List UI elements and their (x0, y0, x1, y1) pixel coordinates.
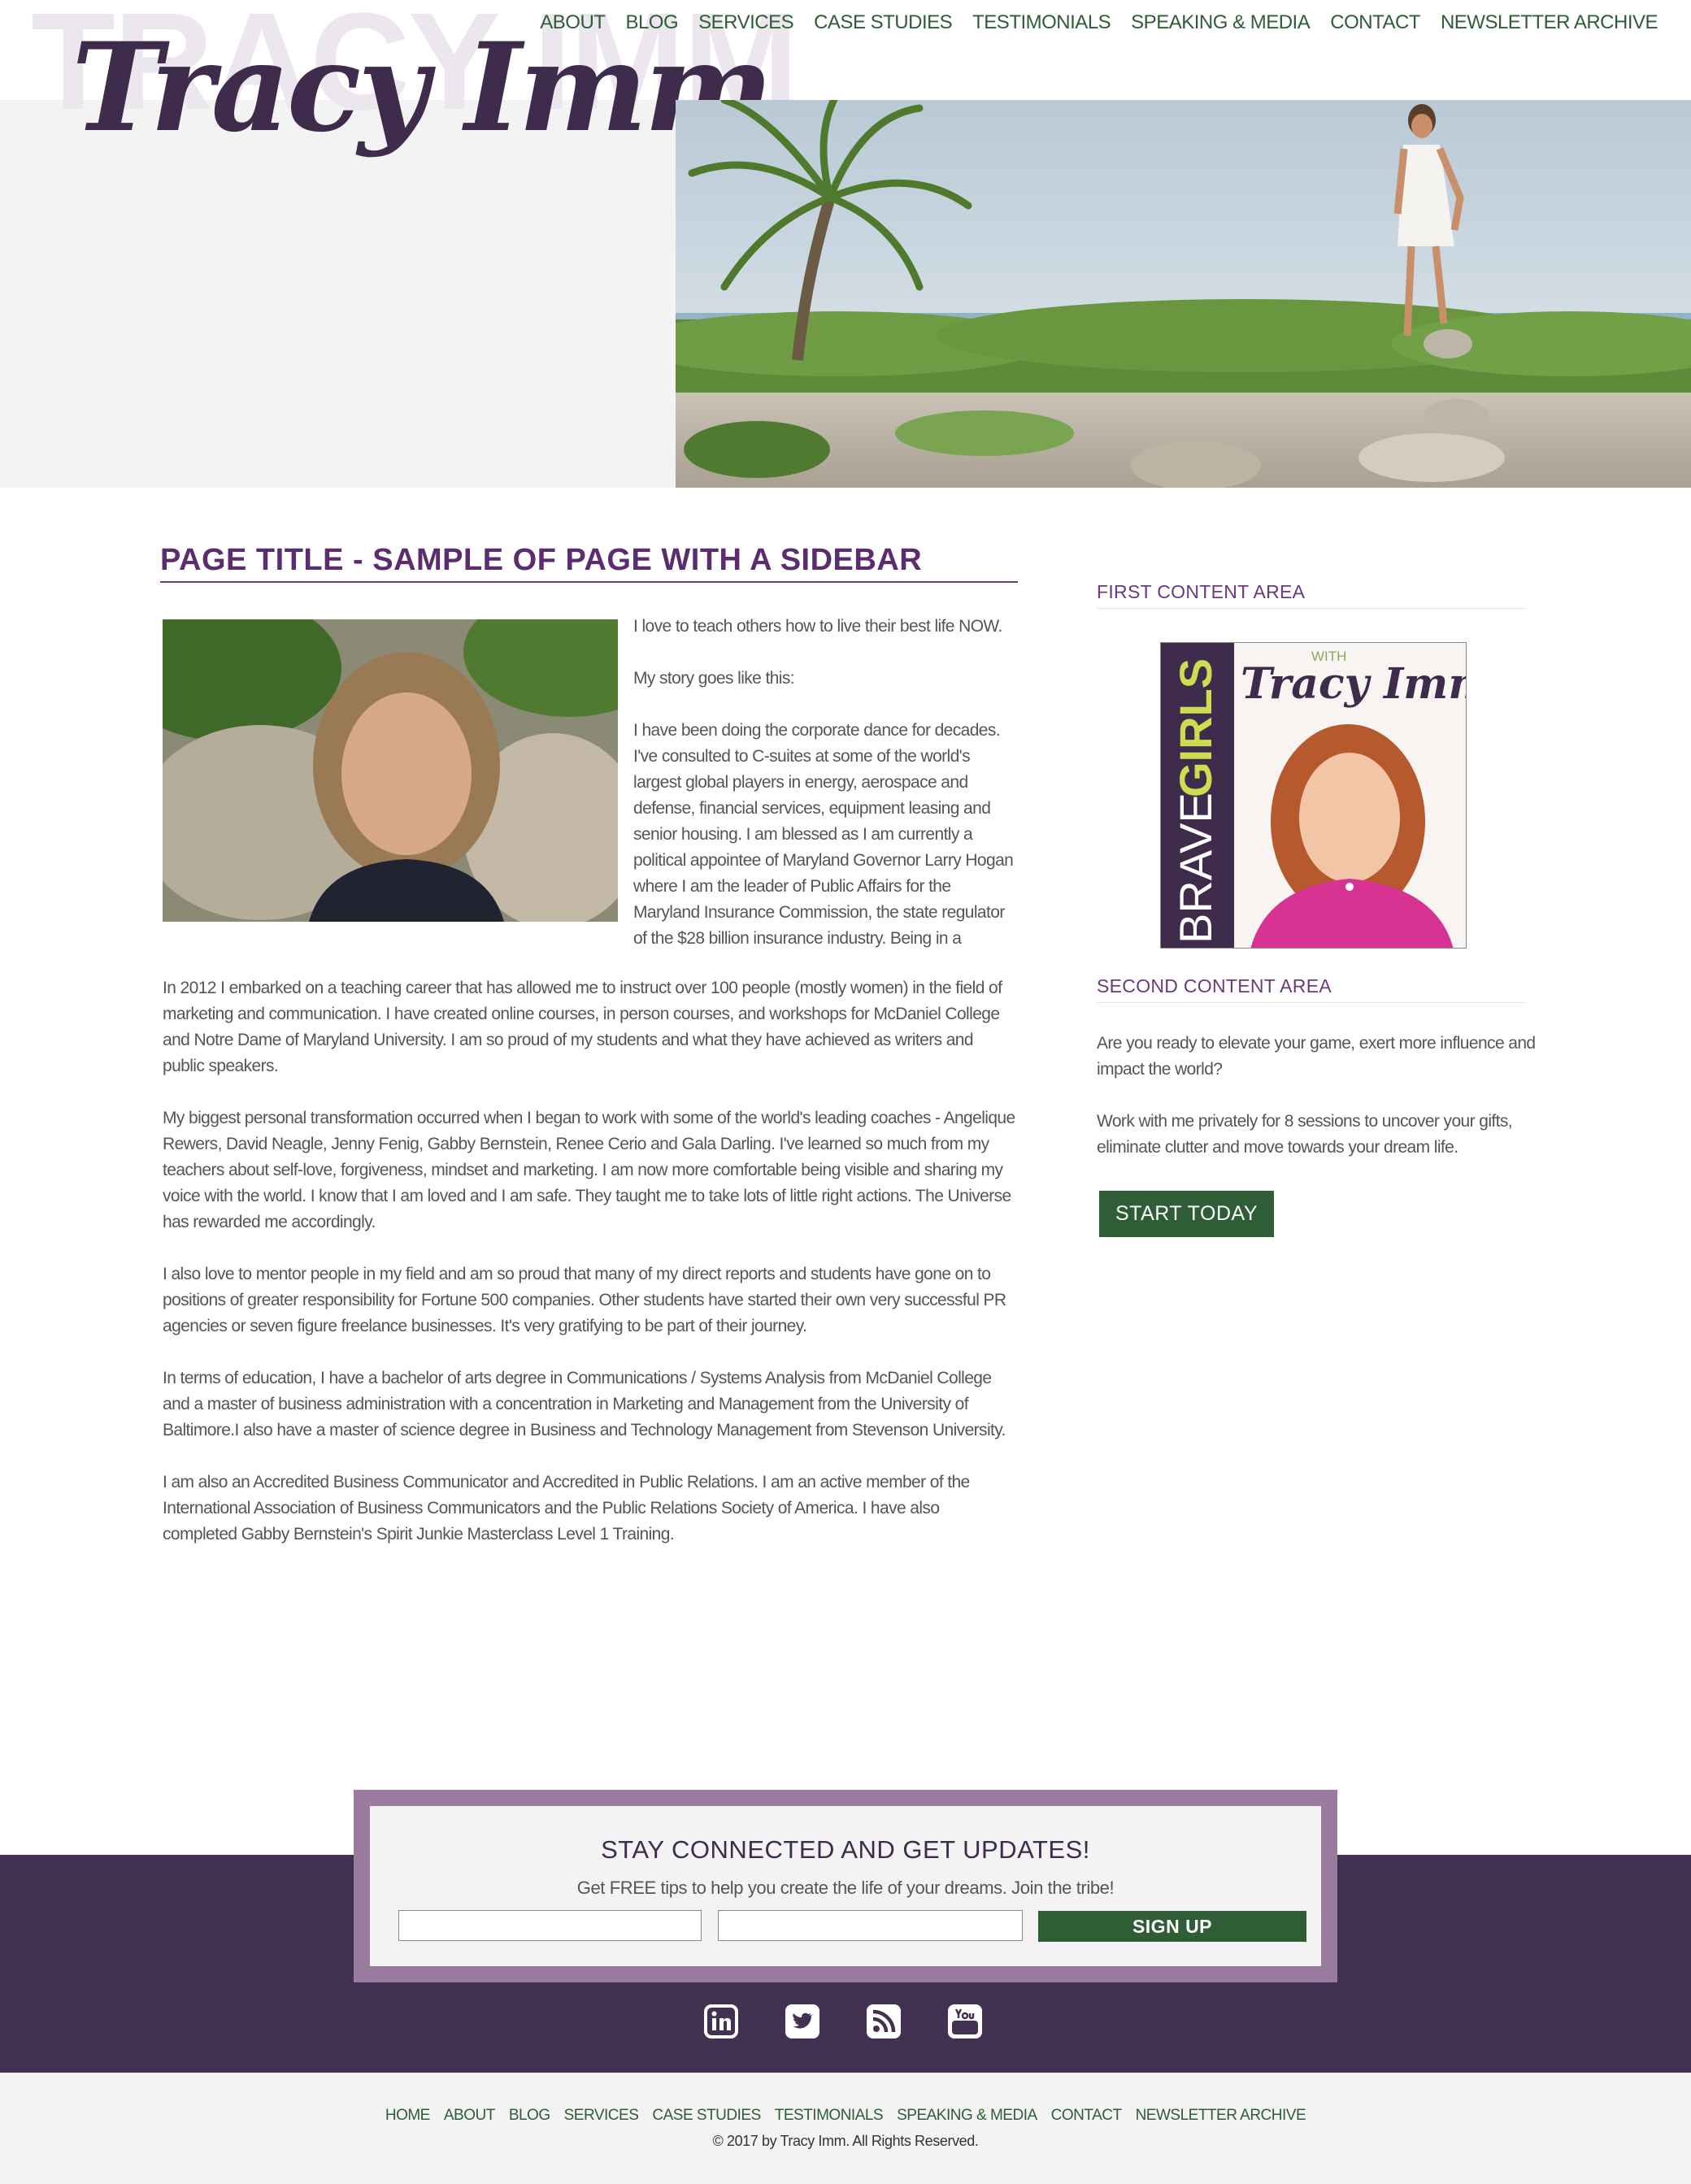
intro-paragraph: I have been doing the corporate dance fo… (633, 721, 1014, 948)
sign-up-button[interactable]: SIGN UP (1038, 1911, 1306, 1942)
social-links (704, 2004, 982, 2039)
sidebar-heading-first: FIRST CONTENT AREA (1097, 581, 1526, 609)
body-text: In 2012 I embarked on a teaching career … (163, 975, 1016, 1574)
main-nav: ABOUT BLOG SERVICES CASE STUDIES TESTIMO… (540, 11, 1658, 34)
body-paragraph: In terms of education, I have a bachelor… (163, 1369, 1006, 1439)
linkedin-icon[interactable] (704, 2004, 738, 2039)
sidebar-text: Are you ready to elevate your game, exer… (1097, 1031, 1536, 1187)
site-header: TRACY IMM Tracy Imm ABOUT BLOG SERVICES … (0, 0, 1691, 488)
sidebar-paragraph: Work with me privately for 8 sessions to… (1097, 1112, 1513, 1157)
signup-panel: STAY CONNECTED AND GET UPDATES! Get FREE… (370, 1806, 1321, 1966)
podcast-cover-art: BRAVE GIRLS WITH Tracy Imm (1161, 643, 1467, 948)
rss-icon[interactable] (867, 2004, 901, 2039)
nav-case-studies[interactable]: CASE STUDIES (814, 11, 953, 34)
copyright: © 2017 by Tracy Imm. All Rights Reserved… (712, 2133, 979, 2149)
signup-title: STAY CONNECTED AND GET UPDATES! (601, 1835, 1090, 1864)
portrait-photo (163, 619, 618, 922)
nav-about[interactable]: ABOUT (540, 11, 606, 34)
nav-newsletter-archive[interactable]: NEWSLETTER ARCHIVE (1441, 11, 1658, 34)
signup-subtitle: Get FREE tips to help you create the lif… (576, 1878, 1115, 1898)
footer-nav: HOME ABOUT BLOG SERVICES CASE STUDIES TE… (0, 2107, 1691, 2125)
portrait-illustration (163, 619, 618, 922)
podcast-girls-text: GIRLS (1170, 658, 1221, 797)
body-paragraph: I am also an Accredited Business Communi… (163, 1473, 970, 1544)
site-footer: HOME ABOUT BLOG SERVICES CASE STUDIES TE… (0, 2073, 1691, 2184)
footer-nav-home[interactable]: HOME (385, 2107, 431, 2125)
footer-nav-services[interactable]: SERVICES (564, 2107, 639, 2125)
nav-services[interactable]: SERVICES (698, 11, 793, 34)
signup-name-field[interactable] (398, 1910, 702, 1941)
footer-nav-about[interactable]: ABOUT (444, 2107, 495, 2125)
start-today-button[interactable]: START TODAY (1099, 1191, 1274, 1237)
body-paragraph: My biggest personal transformation occur… (163, 1109, 1015, 1231)
hero-beach-photo (676, 100, 1691, 488)
site-logo[interactable]: Tracy Imm (72, 16, 773, 159)
body-paragraph: I also love to mentor people in my field… (163, 1265, 1006, 1335)
intro-paragraph: I love to teach others how to live their… (633, 617, 1002, 636)
nav-testimonials[interactable]: TESTIMONIALS (972, 11, 1111, 34)
signup-box: STAY CONNECTED AND GET UPDATES! Get FREE… (354, 1790, 1337, 1982)
intro-paragraph: My story goes like this: (633, 669, 795, 688)
hero-illustration (676, 100, 1691, 488)
footer-nav-speaking-media[interactable]: SPEAKING & MEDIA (897, 2107, 1037, 2125)
footer-nav-case-studies[interactable]: CASE STUDIES (652, 2107, 761, 2125)
signup-email-field[interactable] (718, 1910, 1023, 1941)
body-paragraph: In 2012 I embarked on a teaching career … (163, 979, 1002, 1075)
footer-nav-contact[interactable]: CONTACT (1051, 2107, 1122, 2125)
nav-speaking-media[interactable]: SPEAKING & MEDIA (1131, 11, 1311, 34)
nav-blog[interactable]: BLOG (625, 11, 678, 34)
podcast-name-text: Tracy Imm (1241, 659, 1467, 709)
sidebar-heading-second: SECOND CONTENT AREA (1097, 975, 1526, 1003)
footer-nav-testimonials[interactable]: TESTIMONIALS (775, 2107, 884, 2125)
intro-text: I love to teach others how to live their… (633, 614, 1015, 952)
page-title: PAGE TITLE - SAMPLE OF PAGE WITH A SIDEB… (160, 543, 1018, 583)
podcast-cover[interactable]: BRAVE GIRLS WITH Tracy Imm (1160, 642, 1467, 949)
podcast-brave-text: BRAVE (1170, 792, 1221, 944)
nav-contact[interactable]: CONTACT (1330, 11, 1420, 34)
sidebar-paragraph: Are you ready to elevate your game, exer… (1097, 1034, 1536, 1079)
footer-nav-newsletter-archive[interactable]: NEWSLETTER ARCHIVE (1136, 2107, 1306, 2125)
youtube-icon[interactable] (948, 2004, 982, 2039)
twitter-icon[interactable] (785, 2004, 819, 2039)
footer-nav-blog[interactable]: BLOG (509, 2107, 550, 2125)
